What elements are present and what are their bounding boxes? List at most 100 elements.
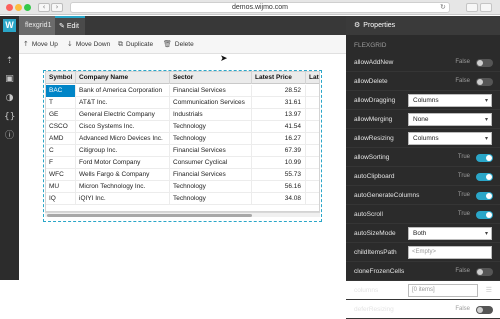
cell-company[interactable]: Citigroup Inc.	[76, 145, 170, 157]
cell-sector[interactable]: Technology	[170, 133, 252, 145]
cell-lat[interactable]	[306, 145, 319, 157]
address-bar[interactable]: demos.wijmo.com	[70, 2, 450, 13]
property-input[interactable]: <Empty>	[408, 246, 492, 259]
column-header-latest-price[interactable]: Latest Price	[252, 72, 306, 84]
cell-symbol[interactable]: WFC	[46, 169, 76, 181]
zoom-window-button[interactable]	[24, 4, 31, 11]
cell-sector[interactable]: Financial Services	[170, 145, 252, 157]
table-row[interactable]: IQ iQIYI Inc. Technology 34.08	[46, 193, 319, 205]
cell-company[interactable]: Cisco Systems Inc.	[76, 121, 170, 133]
cell-price[interactable]: 56.16	[252, 181, 306, 193]
cell-lat[interactable]	[306, 169, 319, 181]
column-header-sector[interactable]: Sector	[170, 72, 252, 84]
cell-sector[interactable]: Technology	[170, 193, 252, 205]
reload-icon[interactable]: ↻	[440, 3, 446, 11]
code-icon[interactable]: {}	[4, 112, 15, 123]
cell-symbol[interactable]: CSCO	[46, 121, 76, 133]
move-up-button[interactable]: ↑ Move Up	[23, 35, 58, 54]
property-toggle[interactable]	[476, 211, 493, 219]
property-toggle[interactable]	[476, 268, 493, 276]
flexgrid[interactable]: Symbol Company Name Sector Latest Price …	[45, 71, 320, 212]
property-toggle[interactable]	[476, 154, 493, 162]
cell-sector[interactable]: Financial Services	[170, 169, 252, 181]
scrollbar-thumb[interactable]	[47, 214, 252, 217]
table-row[interactable]: WFC Wells Fargo & Company Financial Servic…	[46, 169, 319, 181]
cell-lat[interactable]	[306, 85, 319, 97]
column-header-company[interactable]: Company Name	[76, 72, 170, 84]
cell-lat[interactable]	[306, 97, 319, 109]
table-row[interactable]: BAC Bank of America Corporation Financial …	[46, 85, 319, 97]
cell-company[interactable]: Wells Fargo & Company	[76, 169, 170, 181]
cell-price[interactable]: 34.08	[252, 193, 306, 205]
cell-symbol[interactable]: IQ	[46, 193, 76, 205]
property-toggle[interactable]	[476, 306, 493, 314]
cell-lat[interactable]	[306, 109, 319, 121]
cell-sector[interactable]: Technology	[170, 121, 252, 133]
table-row[interactable]: AMD Advanced Micro Devices Inc. Technology…	[46, 133, 319, 145]
cell-symbol[interactable]: F	[46, 157, 76, 169]
cell-price[interactable]: 16.27	[252, 133, 306, 145]
minimize-window-button[interactable]	[15, 4, 22, 11]
move-down-button[interactable]: ↓ Move Down	[67, 35, 110, 54]
cell-price[interactable]: 41.54	[252, 121, 306, 133]
cell-company[interactable]: Bank of America Corporation	[76, 85, 170, 97]
cell-sector[interactable]: Consumer Cyclical	[170, 157, 252, 169]
cell-symbol[interactable]: GE	[46, 109, 76, 121]
table-row[interactable]: MU Micron Technology Inc. Technology 56.16	[46, 181, 319, 193]
property-toggle[interactable]	[476, 59, 493, 67]
close-window-button[interactable]	[6, 4, 13, 11]
property-select[interactable]: Columns ▾	[408, 94, 492, 107]
palette-icon[interactable]: ◑	[4, 93, 15, 104]
cell-symbol[interactable]: MU	[46, 181, 76, 193]
cell-company[interactable]: General Electric Company	[76, 109, 170, 121]
upload-icon[interactable]: ⇡	[4, 56, 15, 67]
share-button[interactable]	[466, 3, 478, 12]
menu-icon[interactable]: ☰	[486, 287, 492, 294]
back-icon[interactable]: ‹	[38, 3, 50, 12]
column-header-symbol[interactable]: Symbol	[46, 72, 76, 84]
cell-lat[interactable]	[306, 133, 319, 145]
property-select[interactable]: None ▾	[408, 113, 492, 126]
cell-company[interactable]: Advanced Micro Devices Inc.	[76, 133, 170, 145]
cell-lat[interactable]	[306, 121, 319, 133]
property-select[interactable]: Both ▾	[408, 227, 492, 240]
property-select[interactable]: Columns ▾	[408, 132, 492, 145]
cell-sector[interactable]: Communication Services	[170, 97, 252, 109]
forward-icon[interactable]: ›	[51, 3, 63, 12]
cell-company[interactable]: AT&T Inc.	[76, 97, 170, 109]
cell-symbol[interactable]: BAC	[46, 85, 76, 97]
table-row[interactable]: F Ford Motor Company Consumer Cyclical 10.9…	[46, 157, 319, 169]
cell-company[interactable]: Ford Motor Company	[76, 157, 170, 169]
cell-symbol[interactable]: T	[46, 97, 76, 109]
briefcase-icon[interactable]: ▣	[4, 74, 15, 85]
cell-price[interactable]: 10.99	[252, 157, 306, 169]
property-toggle[interactable]	[476, 192, 493, 200]
table-row[interactable]: C Citigroup Inc. Financial Services 67.39	[46, 145, 319, 157]
table-row[interactable]: GE General Electric Company Industrials 13.…	[46, 109, 319, 121]
cell-company[interactable]: iQIYI Inc.	[76, 193, 170, 205]
property-toggle[interactable]	[476, 78, 493, 86]
table-row[interactable]: T AT&T Inc. Communication Services 31.61	[46, 97, 319, 109]
cell-company[interactable]: Micron Technology Inc.	[76, 181, 170, 193]
tab-edit[interactable]: ✎ Edit	[55, 16, 85, 35]
column-header-lat[interactable]: Lat	[306, 72, 319, 84]
cell-sector[interactable]: Financial Services	[170, 85, 252, 97]
info-icon[interactable]: ⓘ	[4, 131, 15, 142]
cell-price[interactable]: 13.97	[252, 109, 306, 121]
cell-lat[interactable]	[306, 181, 319, 193]
cell-sector[interactable]: Industrials	[170, 109, 252, 121]
duplicate-button[interactable]: ⧉ Duplicate	[118, 35, 153, 54]
cell-price[interactable]: 31.61	[252, 97, 306, 109]
property-input[interactable]: [0 items]	[408, 284, 478, 297]
tab-properties[interactable]: ⚙ Properties	[346, 16, 395, 35]
cell-price[interactable]: 55.73	[252, 169, 306, 181]
delete-button[interactable]: 🗑 Delete	[163, 35, 194, 54]
cell-lat[interactable]	[306, 157, 319, 169]
cell-price[interactable]: 28.52	[252, 85, 306, 97]
cell-price[interactable]: 67.39	[252, 145, 306, 157]
horizontal-scrollbar[interactable]	[45, 212, 320, 217]
property-toggle[interactable]	[476, 173, 493, 181]
tab-flexgrid1[interactable]: flexgrid1	[19, 16, 58, 35]
cell-sector[interactable]: Technology	[170, 181, 252, 193]
cell-symbol[interactable]: AMD	[46, 133, 76, 145]
